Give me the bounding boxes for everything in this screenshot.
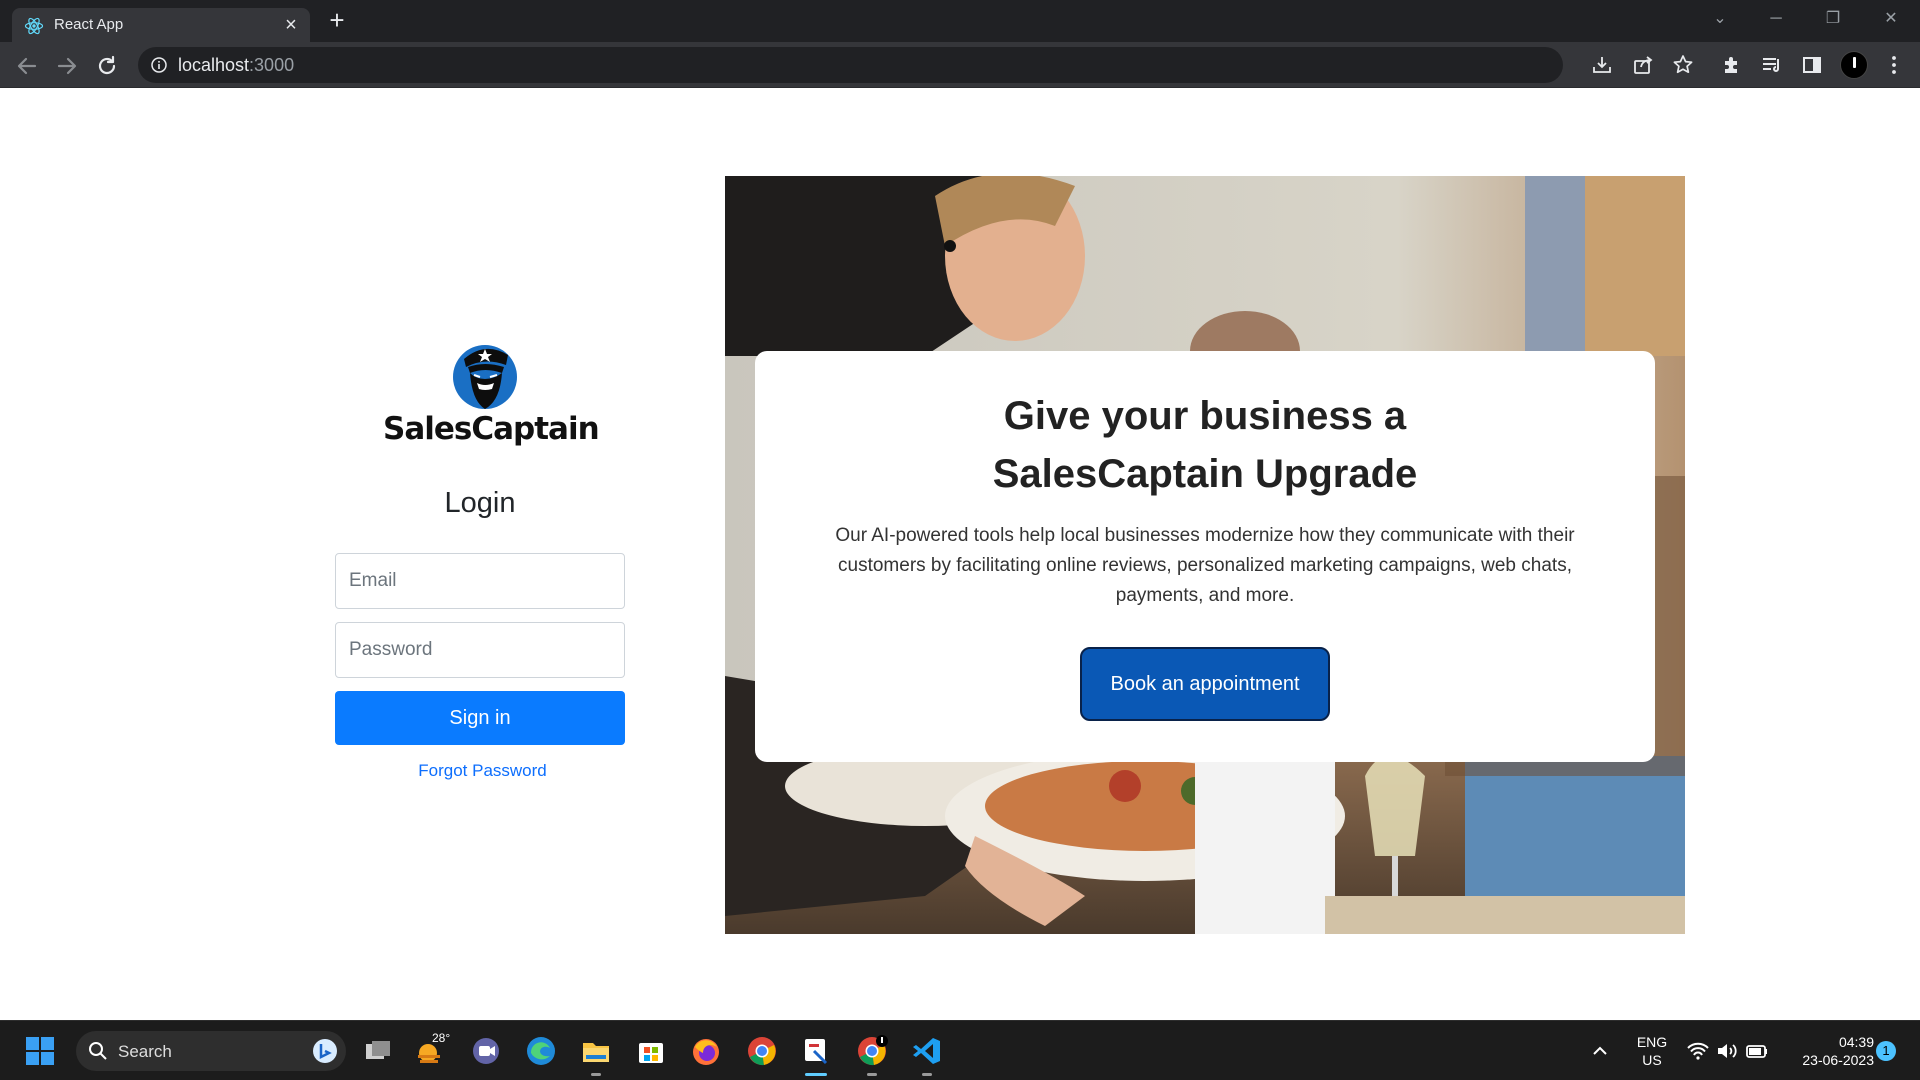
explorer-running-indicator (591, 1073, 601, 1076)
wifi-icon[interactable] (1686, 1039, 1710, 1063)
snipping-active-indicator (805, 1073, 827, 1076)
show-hidden-icons-chevron-icon[interactable] (1588, 1039, 1612, 1063)
windows-taskbar: Search 28° ENG US 04:39 23-06-2023 1 (0, 1020, 1920, 1080)
teams-chat-icon[interactable] (470, 1035, 502, 1067)
close-window-icon[interactable]: ✕ (1871, 4, 1911, 34)
back-icon[interactable] (11, 50, 43, 82)
forgot-password-link[interactable]: Forgot Password (335, 761, 630, 781)
captain-logo-icon (453, 345, 517, 409)
login-panel: SalesCaptain Login Sign in Forgot Passwo… (335, 89, 625, 1020)
clock[interactable]: 04:39 23-06-2023 (1782, 1033, 1874, 1069)
site-info-icon[interactable] (150, 56, 168, 74)
bing-icon[interactable] (312, 1038, 338, 1064)
salescaptain-logo: SalesCaptain (383, 339, 600, 449)
tab-close-icon[interactable]: × (280, 14, 302, 36)
login-heading: Login (444, 487, 516, 519)
install-app-icon[interactable] (1590, 53, 1614, 77)
browser-tab[interactable]: React App × (12, 8, 310, 42)
clock-time: 04:39 (1838, 1034, 1874, 1050)
language-line2: US (1642, 1052, 1662, 1068)
address-bar[interactable]: localhost:3000 (138, 47, 1563, 83)
share-icon[interactable] (1631, 53, 1655, 77)
volume-icon[interactable] (1715, 1039, 1739, 1063)
vscode-running-indicator (922, 1073, 932, 1076)
side-panel-icon[interactable] (1800, 53, 1824, 77)
clock-date: 23-06-2023 (1802, 1052, 1874, 1068)
language-indicator[interactable]: ENG US (1630, 1033, 1674, 1069)
edge-icon[interactable] (525, 1035, 557, 1067)
file-explorer-icon[interactable] (580, 1035, 612, 1067)
snipping-tool-icon[interactable] (800, 1035, 832, 1067)
language-line1: ENG (1636, 1034, 1668, 1050)
page-viewport: SalesCaptain Login Sign in Forgot Passwo… (0, 89, 1920, 1020)
media-queue-icon[interactable] (1760, 53, 1784, 77)
weather-temp: 28° (432, 1031, 451, 1045)
brand-name: SalesCaptain (383, 411, 600, 447)
notification-badge[interactable]: 1 (1876, 1041, 1896, 1061)
taskbar-search[interactable]: Search (76, 1031, 346, 1071)
email-field[interactable] (335, 553, 625, 609)
book-appointment-button[interactable]: Book an appointment (1080, 647, 1330, 721)
restore-icon[interactable]: ❐ (1813, 4, 1853, 34)
chrome-menu-icon[interactable] (1882, 53, 1906, 77)
search-icon (89, 1042, 107, 1060)
taskbar-search-label: Search (118, 1042, 172, 1061)
chrome-profile-icon[interactable] (856, 1035, 888, 1067)
browser-titlebar: React App × + ⌄ ─ ❐ ✕ (0, 0, 1920, 42)
promo-title-line2: SalesCaptain Upgrade (992, 452, 1418, 496)
extensions-puzzle-icon[interactable] (1720, 53, 1744, 77)
profile-avatar[interactable] (1840, 51, 1868, 79)
browser-toolbar: localhost:3000 (0, 42, 1920, 88)
sign-in-button[interactable]: Sign in (335, 691, 625, 745)
bookmark-star-icon[interactable] (1671, 53, 1695, 77)
battery-icon[interactable] (1745, 1039, 1769, 1063)
ms-store-icon[interactable] (635, 1035, 667, 1067)
tab-title: React App (54, 16, 124, 33)
chrome-icon[interactable] (746, 1035, 778, 1067)
minimize-icon[interactable]: ─ (1756, 4, 1796, 34)
chrome-running-indicator (867, 1073, 877, 1076)
windows-start-icon[interactable] (24, 1035, 56, 1067)
tab-search-chevron-icon[interactable]: ⌄ (1700, 4, 1740, 34)
task-view-icon[interactable] (362, 1035, 394, 1067)
new-tab-icon[interactable]: + (322, 6, 352, 36)
firefox-icon[interactable] (690, 1035, 722, 1067)
promo-title-line1: Give your business a (1003, 394, 1407, 438)
reload-icon[interactable] (91, 50, 123, 82)
promo-description: Our AI-powered tools help local business… (835, 525, 1575, 606)
password-field[interactable] (335, 622, 625, 678)
url-text: localhost:3000 (178, 55, 295, 75)
promo-card: Give your business a SalesCaptain Upgrad… (755, 351, 1655, 762)
vscode-icon[interactable] (911, 1035, 943, 1067)
promo-title: Give your business a SalesCaptain Upgrad… (755, 387, 1655, 503)
forward-icon[interactable] (51, 50, 83, 82)
react-favicon-icon (24, 17, 44, 35)
